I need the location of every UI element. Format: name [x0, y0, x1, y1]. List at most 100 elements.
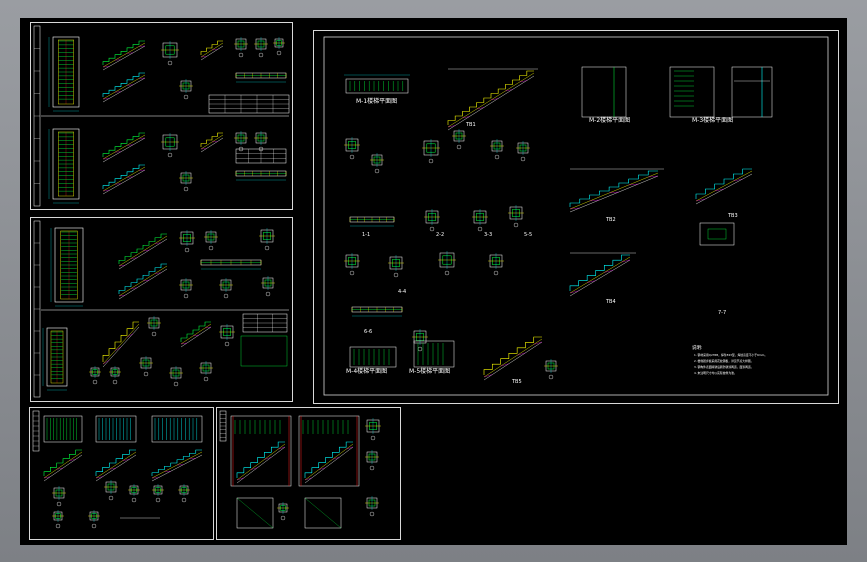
node-detail [344, 253, 360, 276]
stair-section [200, 40, 224, 61]
stair-section [695, 168, 753, 205]
node-detail [52, 486, 66, 507]
node-detail [344, 137, 360, 160]
view-label-m5: M-5楼梯平面图 [409, 367, 450, 375]
node-detail [273, 37, 285, 56]
stair-section [102, 164, 146, 195]
title-block [33, 220, 41, 398]
detail-tag-tb2: TB2 [605, 217, 616, 223]
stair-section [304, 441, 354, 484]
node-detail [179, 278, 193, 299]
node-detail [365, 450, 379, 471]
node-detail [422, 139, 440, 164]
stair-plan [48, 128, 80, 204]
node-detail [219, 324, 235, 347]
detail-tag-tb5: TB5 [511, 379, 522, 385]
sheet-4-drawing [219, 410, 381, 529]
title-block [32, 410, 40, 452]
node-detail [234, 131, 248, 152]
node-detail [179, 230, 195, 253]
node-detail [128, 484, 140, 503]
node-detail [254, 131, 268, 152]
main-sheet-drawing: M-1楼梯平面图 M-2楼梯平面图 M-3楼梯平面图 M-4楼梯平面图 M-5楼… [323, 36, 829, 396]
notes-line-1: 1. 钢材采用Q235B，焊条E43型，焊缝高度不小于6mm。 [694, 353, 767, 357]
node-detail [516, 141, 530, 162]
stair-section [180, 321, 212, 348]
node-detail [139, 356, 153, 377]
stair-section [236, 441, 286, 484]
section-label-7-7: 7-7 [718, 310, 726, 316]
sheet-1-drawing [33, 25, 290, 207]
node-detail [388, 255, 404, 278]
stair-section [118, 233, 168, 270]
stair-section [151, 449, 203, 482]
schedule-table [208, 94, 290, 114]
node-detail [104, 480, 118, 501]
node-detail [147, 316, 161, 337]
cad-model-space[interactable]: M-1楼梯平面图 M-2楼梯平面图 M-3楼梯平面图 M-4楼梯平面图 M-5楼… [20, 18, 847, 545]
stair-section [102, 132, 146, 163]
stair-section [483, 336, 543, 381]
sheet-2-drawing [33, 220, 289, 398]
title-block [219, 410, 227, 442]
node-detail [179, 171, 193, 192]
beam-elevation [349, 216, 395, 227]
detail-tag-tb3: TB3 [727, 213, 738, 219]
node-detail [365, 496, 379, 517]
stair-section [95, 449, 137, 482]
sheet-3-drawing [32, 410, 203, 529]
stair-section [43, 449, 83, 482]
node-detail [259, 228, 275, 251]
section-label-4-4: 4-4 [398, 289, 406, 295]
stair-plan [42, 327, 68, 391]
section-label-6-6: 6-6 [364, 329, 372, 335]
node-detail [152, 484, 164, 503]
stair-plan [48, 36, 80, 112]
section-label-1-1: 1-1 [362, 232, 370, 238]
node-detail [219, 278, 233, 299]
node-detail [490, 139, 504, 160]
stair-plan [50, 227, 84, 307]
node-detail [544, 359, 558, 380]
node-detail [178, 484, 190, 503]
node-detail [88, 510, 100, 529]
node-detail [370, 153, 384, 174]
view-label-m4: M-4楼梯平面图 [346, 367, 387, 375]
beam-elevation [200, 259, 262, 270]
node-detail [438, 251, 456, 276]
section-label-5-5: 5-5 [524, 232, 532, 238]
stair-section [569, 254, 631, 297]
node-detail [424, 209, 440, 232]
notes-title: 说明: [692, 344, 703, 351]
detail-tag-tb1: TB1 [465, 122, 476, 128]
node-detail [161, 41, 179, 66]
node-detail [179, 79, 193, 100]
section-label-2-2: 2-2 [436, 232, 444, 238]
beam-elevation [351, 306, 403, 317]
node-detail [277, 502, 289, 521]
notes-line-2: 2. 楼梯踏步板采用花纹钢板，详见节点大样图。 [694, 359, 754, 363]
title-block [33, 25, 41, 207]
drawing-sheet-3[interactable] [29, 407, 214, 540]
drawing-sheet-4[interactable] [216, 407, 401, 540]
drawing-sheet-main[interactable]: M-1楼梯平面图 M-2楼梯平面图 M-3楼梯平面图 M-4楼梯平面图 M-5楼… [313, 30, 839, 404]
schedule-table [235, 148, 287, 164]
node-detail [488, 253, 504, 276]
node-detail [254, 37, 268, 58]
node-detail [52, 510, 64, 529]
drawing-sheet-2[interactable] [30, 217, 293, 402]
node-detail [365, 418, 381, 441]
stair-section [102, 40, 146, 71]
node-detail [169, 366, 183, 387]
stair-section [569, 170, 659, 213]
stair-section [102, 72, 146, 103]
beam-elevation [235, 170, 287, 181]
stair-section [102, 321, 140, 368]
node-detail [508, 205, 524, 228]
node-detail [452, 129, 466, 150]
notes-line-3: 3. 钢构件表面除锈后刷防锈漆两道，面漆两道。 [694, 365, 754, 369]
beam-elevation [235, 72, 287, 83]
stair-section [447, 70, 535, 131]
node-detail [261, 276, 275, 297]
drawing-sheet-1[interactable] [30, 22, 293, 210]
